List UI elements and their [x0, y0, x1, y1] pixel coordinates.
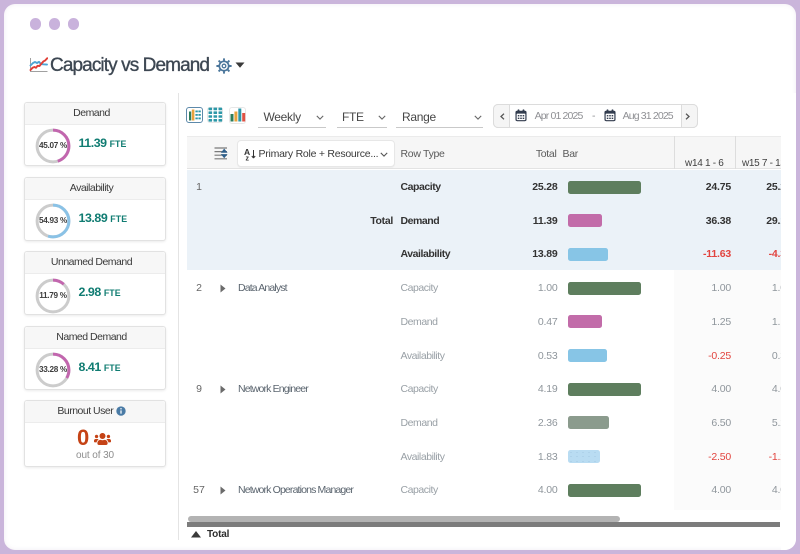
svg-text:z: z [246, 155, 250, 161]
